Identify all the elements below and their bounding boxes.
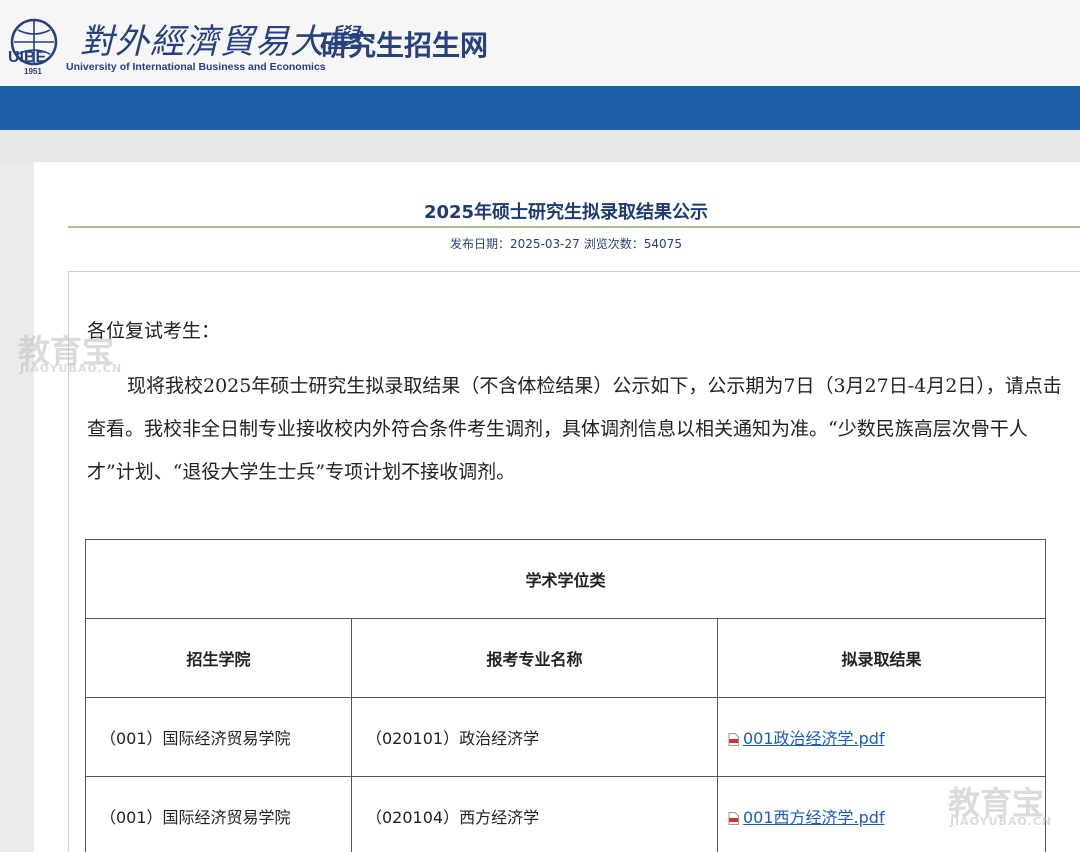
major-cell: （020104）西方经济学 xyxy=(351,776,718,852)
article-title: 2025年硕士研究生拟录取结果公示 xyxy=(423,202,709,223)
header-band xyxy=(0,130,1080,162)
title-divider xyxy=(68,226,1080,228)
table-group-row: 学术学位类 xyxy=(85,539,1046,619)
pdf-file-icon xyxy=(728,733,739,746)
svg-text:UIBE: UIBE xyxy=(8,49,47,66)
view-count: 浏览次数：54075 xyxy=(583,237,682,251)
column-header-major: 报考专业名称 xyxy=(351,618,718,698)
table-header-row: 招生学院 报考专业名称 拟录取结果 xyxy=(85,618,1046,698)
result-pdf-link[interactable]: 001政治经济学.pdf xyxy=(743,729,885,748)
publish-date: 发布日期：2025-03-27 xyxy=(450,237,580,251)
pdf-file-icon xyxy=(728,812,739,825)
table-row: （001）国际经济贸易学院 （020101）政治经济学 001政治经济学.pdf xyxy=(85,697,1046,777)
university-calligraphy-name: 對外經濟貿易大學 xyxy=(80,22,360,62)
column-header-college: 招生学院 xyxy=(85,618,352,698)
main-nav-bar xyxy=(0,86,1080,130)
result-pdf-link[interactable]: 001西方经济学.pdf xyxy=(743,808,885,827)
article-panel: 2025年硕士研究生拟录取结果公示 发布日期：2025-03-27 浏览次数：54… xyxy=(34,162,1080,852)
watermark-caption: JIAOYUBAO.CN xyxy=(950,815,1053,828)
announcement-paragraph: 现将我校2025年硕士研究生拟录取结果（不含体检结果）公示如下，公示期为7日（3… xyxy=(87,375,1062,483)
site-title[interactable]: 研究生招生网 xyxy=(320,24,488,64)
table-group-title: 学术学位类 xyxy=(85,539,1046,619)
logo-year: 1951 xyxy=(24,67,42,76)
college-cell: （001）国际经济贸易学院 xyxy=(85,697,352,777)
major-cell: （020101）政治经济学 xyxy=(351,697,718,777)
article-meta: 发布日期：2025-03-27 浏览次数：54075 xyxy=(34,235,1080,252)
watermark-caption: JIAOYUBAO.CN xyxy=(20,362,123,375)
table-row: （001）国际经济贸易学院 （020104）西方经济学 001西方经济学.pdf xyxy=(85,776,1046,852)
university-english-name: University of International Business and… xyxy=(66,61,326,73)
content-box-top-border xyxy=(68,271,1080,272)
college-cell: （001）国际经济贸易学院 xyxy=(85,776,352,852)
admission-results-table: 学术学位类 招生学院 报考专业名称 拟录取结果 （001）国际经济贸易学院 （0… xyxy=(85,539,1046,852)
column-header-result: 拟录取结果 xyxy=(717,618,1046,698)
site-header: UIBE 1951 對外經濟貿易大學 University of Interna… xyxy=(0,0,1080,86)
result-cell: 001政治经济学.pdf xyxy=(717,697,1046,777)
university-emblem-icon[interactable]: UIBE 1951 xyxy=(6,14,64,76)
